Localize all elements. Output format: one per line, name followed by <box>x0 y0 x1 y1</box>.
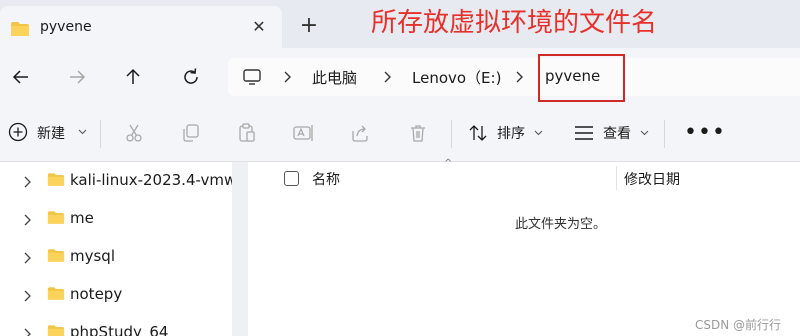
chevron-down-icon <box>640 130 649 136</box>
tab-title: pyvene <box>40 19 92 35</box>
tab-bar: pyvene ✕ + 所存放虚拟环境的文件名 <box>0 0 800 48</box>
cut-icon[interactable] <box>124 123 144 147</box>
refresh-icon <box>184 68 198 84</box>
divider <box>664 120 665 148</box>
refresh-button[interactable] <box>178 64 204 90</box>
chevron-right-icon[interactable] <box>22 326 32 336</box>
tab-pyvene[interactable]: pyvene ✕ <box>0 6 282 48</box>
chevron-right-icon <box>380 68 394 86</box>
sidebar-scrollbar[interactable] <box>232 162 248 336</box>
chevron-right-icon <box>512 68 526 86</box>
sidebar-item-notepy[interactable]: notepy <box>0 276 232 314</box>
back-arrow-icon <box>12 70 28 84</box>
red-annotation-text: 所存放虚拟环境的文件名 <box>371 8 658 38</box>
chevron-right-icon[interactable] <box>22 174 32 193</box>
divider <box>100 120 101 148</box>
folder-icon <box>47 324 65 336</box>
chevron-right-icon[interactable] <box>22 250 32 269</box>
folder-icon <box>47 210 65 229</box>
address-bar[interactable]: 此电脑 Lenovo（E:) pyvene <box>228 58 800 96</box>
breadcrumb-this-pc[interactable]: 此电脑 <box>312 67 357 88</box>
sidebar-item-label: kali-linux-2023.4-vmwar <box>70 171 232 189</box>
up-button[interactable] <box>120 64 146 90</box>
command-bar: 新建 排序 查看 ••• <box>0 106 800 162</box>
sidebar-item-label: mysql <box>70 247 115 265</box>
view-button[interactable]: 查看 <box>574 122 654 146</box>
sidebar-item-label: me <box>70 209 94 227</box>
breadcrumb-drive-e[interactable]: Lenovo（E:) <box>412 67 501 88</box>
column-divider[interactable] <box>616 166 617 190</box>
chevron-down-icon <box>78 129 87 135</box>
sidebar-item-me[interactable]: me <box>0 200 232 238</box>
add-circle-icon <box>8 122 28 142</box>
file-list: ^ 名称 修改日期 此文件夹为空。 <box>248 158 800 336</box>
sidebar-item-kali-linux[interactable]: kali-linux-2023.4-vmwar <box>0 162 232 200</box>
navigation-pane: kali-linux-2023.4-vmwar me mysql notepy … <box>0 162 232 336</box>
folder-icon <box>47 248 65 267</box>
forward-arrow-icon <box>70 70 86 84</box>
forward-button[interactable] <box>64 64 90 90</box>
column-header-date-modified[interactable]: 修改日期 <box>624 169 680 189</box>
chevron-right-icon[interactable] <box>22 212 32 231</box>
sidebar-item-mysql[interactable]: mysql <box>0 238 232 276</box>
computer-icon <box>242 68 262 90</box>
chevron-right-icon[interactable] <box>22 288 32 307</box>
more-options-icon[interactable]: ••• <box>684 122 726 144</box>
navigation-bar: 此电脑 Lenovo（E:) pyvene <box>0 48 800 106</box>
new-tab-button[interactable]: + <box>298 15 320 38</box>
new-button-label: 新建 <box>37 126 65 142</box>
close-icon[interactable]: ✕ <box>250 18 268 36</box>
sidebar-item-label: notepy <box>70 285 123 303</box>
chevron-right-icon <box>280 68 294 86</box>
folder-icon <box>47 286 65 305</box>
sidebar-item-phpstudy[interactable]: phpStudy_64 <box>0 314 232 336</box>
delete-icon[interactable] <box>408 123 428 147</box>
empty-folder-message: 此文件夹为空。 <box>515 217 607 232</box>
folder-icon <box>47 172 65 191</box>
paste-icon[interactable] <box>237 123 257 147</box>
share-icon[interactable] <box>350 123 370 147</box>
sort-label: 排序 <box>497 126 525 142</box>
folder-icon <box>10 21 30 41</box>
sort-icon <box>469 125 487 141</box>
select-all-checkbox[interactable] <box>284 171 299 186</box>
view-label: 查看 <box>603 126 631 142</box>
sort-button[interactable]: 排序 <box>468 122 548 146</box>
sidebar-item-label: phpStudy_64 <box>70 323 169 336</box>
chevron-down-icon <box>534 130 543 136</box>
watermark: CSDN @前行行 <box>695 318 782 332</box>
back-button[interactable] <box>8 64 34 90</box>
column-header-name[interactable]: 名称 <box>312 169 340 189</box>
rename-icon[interactable] <box>293 123 315 147</box>
highlight-box <box>538 54 625 102</box>
divider <box>451 120 452 148</box>
up-arrow-icon <box>126 68 140 84</box>
sort-caret-icon: ^ <box>444 158 453 169</box>
view-lines-icon <box>575 126 593 140</box>
copy-icon[interactable] <box>180 123 200 147</box>
